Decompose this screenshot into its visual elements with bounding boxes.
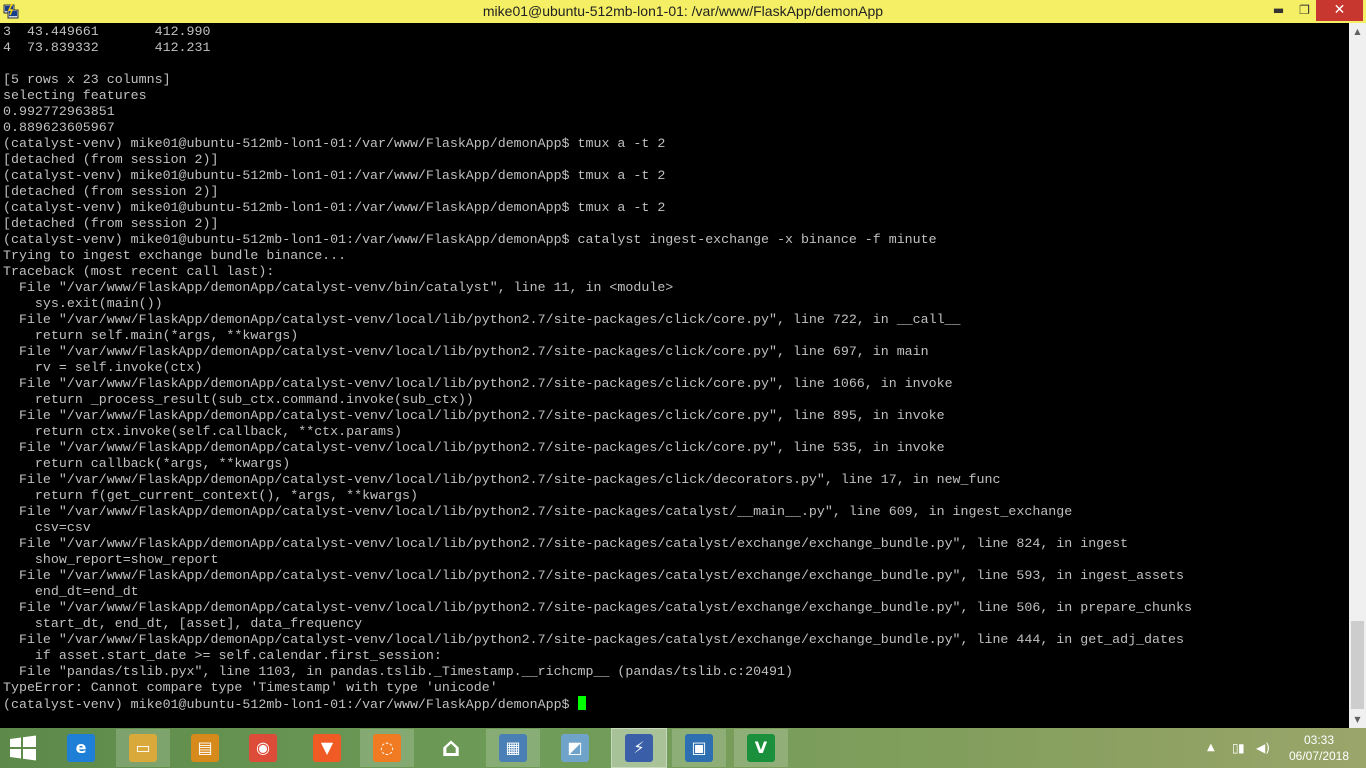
- terminal-line: return _process_result(sub_ctx.command.i…: [3, 392, 474, 407]
- terminal-line: (catalyst-venv) mike01@ubuntu-512mb-lon1…: [3, 200, 666, 215]
- scroll-up-button[interactable]: ▲: [1349, 23, 1366, 40]
- shell-prompt: (catalyst-venv) mike01@ubuntu-512mb-lon1…: [3, 697, 578, 712]
- terminal-line: 0.992772963851: [3, 104, 115, 119]
- terminal-line: return f(get_current_context(), *args, *…: [3, 488, 418, 503]
- terminal-line: [detached (from session 2)]: [3, 216, 219, 231]
- maximize-button[interactable]: ❐: [1290, 0, 1319, 21]
- taskbar-item-remote-desktop[interactable]: ▣: [672, 729, 726, 767]
- calculator-icon: ▦: [499, 734, 527, 762]
- file-explorer-icon: ▭: [129, 734, 157, 762]
- terminal-line: File "/var/www/FlaskApp/demonApp/catalys…: [3, 600, 1192, 615]
- brave-icon: ▼: [313, 734, 341, 762]
- clock-time: 03:33: [1303, 733, 1335, 747]
- putty-icon: ⚡: [625, 734, 653, 762]
- terminal-line: return ctx.invoke(self.callback, **ctx.p…: [3, 424, 402, 439]
- remote-desktop-icon: ▣: [685, 734, 713, 762]
- taskbar-item-putty[interactable]: ⚡: [611, 728, 667, 768]
- taskbar-item-file-explorer[interactable]: ▭: [116, 729, 170, 767]
- taskbar-item-brave[interactable]: ▼: [300, 729, 354, 767]
- terminal-line: File "/var/www/FlaskApp/demonApp/catalys…: [3, 568, 1184, 583]
- terminal-line: 4 73.839332 412.231: [3, 40, 211, 55]
- taskbar-item-internet-explorer[interactable]: e: [54, 729, 108, 767]
- terminal-line: [detached (from session 2)]: [3, 152, 219, 167]
- terminal-line: File "pandas/tslib.pyx", line 1103, in p…: [3, 664, 793, 679]
- terminal-line: if asset.start_date >= self.calendar.fir…: [3, 648, 442, 663]
- terminal-line: rv = self.invoke(ctx): [3, 360, 203, 375]
- terminal-line: show_report=show_report: [3, 552, 219, 567]
- close-button[interactable]: ✕: [1316, 0, 1363, 21]
- terminal-output: 3 43.449661 412.990 4 73.839332 412.231 [5…: [3, 24, 1192, 712]
- network-icon[interactable]: ▮: [1238, 728, 1245, 768]
- terminal-line: return self.main(*args, **kwargs): [3, 328, 299, 343]
- notepad-icon: ◩: [561, 734, 589, 762]
- taskbar-item-notepad[interactable]: ◩: [548, 729, 602, 767]
- notes-app-icon: ▤: [191, 734, 219, 762]
- terminal-line: Traceback (most recent call last):: [3, 264, 275, 279]
- terminal-line: File "/var/www/FlaskApp/demonApp/catalys…: [3, 536, 1129, 551]
- taskbar-item-vim[interactable]: V: [734, 729, 788, 767]
- text-cursor: [577, 696, 586, 710]
- terminal-line: File "/var/www/FlaskApp/demonApp/catalys…: [3, 376, 953, 391]
- terminal-line: File "/var/www/FlaskApp/demonApp/catalys…: [3, 344, 929, 359]
- terminal-line: (catalyst-venv) mike01@ubuntu-512mb-lon1…: [3, 168, 666, 183]
- terminal-line: File "/var/www/FlaskApp/demonApp/catalys…: [3, 408, 945, 423]
- internet-explorer-icon: e: [67, 734, 95, 762]
- terminal-line: Trying to ingest exchange bundle binance…: [3, 248, 347, 263]
- terminal-line: File "/var/www/FlaskApp/demonApp/catalys…: [3, 280, 674, 295]
- terminal-line: 3 43.449661 412.990: [3, 24, 211, 39]
- vim-icon: V: [747, 734, 775, 762]
- terminal-line: File "/var/www/FlaskApp/demonApp/catalys…: [3, 632, 1184, 647]
- terminal-line: selecting features: [3, 88, 147, 103]
- terminal-line: TypeError: Cannot compare type 'Timestam…: [3, 680, 498, 695]
- terminal-line: File "/var/www/FlaskApp/demonApp/catalys…: [3, 504, 1073, 519]
- window-title: mike01@ubuntu-512mb-lon1-01: /var/www/Fl…: [482, 3, 884, 19]
- terminal-area[interactable]: 3 43.449661 412.990 4 73.839332 412.231 [5…: [0, 23, 1349, 728]
- terminal-prompt-line[interactable]: (catalyst-venv) mike01@ubuntu-512mb-lon1…: [3, 696, 1192, 712]
- terminal-line: return callback(*args, **kwargs): [3, 456, 291, 471]
- clock-date: 06/07/2018: [1288, 749, 1350, 763]
- terminal-line: File "/var/www/FlaskApp/demonApp/catalys…: [3, 472, 1001, 487]
- terminal-line: start_dt, end_dt, [asset], data_frequenc…: [3, 616, 363, 631]
- terminal-line: 0.889623605967: [3, 120, 115, 135]
- terminal-line: end_dt=end_dt: [3, 584, 139, 599]
- terminal-line: (catalyst-venv) mike01@ubuntu-512mb-lon1…: [3, 232, 937, 247]
- taskbar-item-swift-app[interactable]: ◌: [360, 729, 414, 767]
- terminal-line: sys.exit(main()): [3, 296, 163, 311]
- taskbar-item-calculator[interactable]: ▦: [486, 729, 540, 767]
- scroll-down-button[interactable]: ▼: [1349, 711, 1366, 728]
- chrome-icon: ◉: [249, 734, 277, 762]
- taskbar-item-chrome[interactable]: ◉: [236, 729, 290, 767]
- title-bar: mike01@ubuntu-512mb-lon1-01: /var/www/Fl…: [0, 0, 1366, 23]
- vertical-scrollbar[interactable]: ▲ ▼: [1349, 23, 1366, 728]
- terminal-line: [detached (from session 2)]: [3, 184, 219, 199]
- start-button[interactable]: [6, 734, 40, 762]
- taskbar: e ▭ ▤ ◉ ▼ ◌ ⌂ ▦ ◩ ⚡ ▣ V ▲ ▯ ▮ ◀) 03:33 06/07/2018: [0, 728, 1366, 768]
- terminal-line: csv=csv: [3, 520, 91, 535]
- minimize-button[interactable]: ▬: [1264, 0, 1293, 21]
- taskbar-item-home[interactable]: ⌂: [424, 729, 478, 767]
- terminal-line: File "/var/www/FlaskApp/demonApp/catalys…: [3, 312, 961, 327]
- home-icon: ⌂: [441, 733, 461, 763]
- volume-icon[interactable]: ◀): [1256, 728, 1270, 768]
- terminal-line: (catalyst-venv) mike01@ubuntu-512mb-lon1…: [3, 136, 666, 151]
- system-clock[interactable]: 03:33 06/07/2018: [1285, 732, 1353, 764]
- swift-app-icon: ◌: [373, 734, 401, 762]
- terminal-line: [5 rows x 23 columns]: [3, 72, 171, 87]
- scrollbar-thumb[interactable]: [1351, 621, 1364, 709]
- show-hidden-icons-button[interactable]: ▲: [1207, 728, 1215, 768]
- taskbar-item-notes-app[interactable]: ▤: [178, 729, 232, 767]
- terminal-line: File "/var/www/FlaskApp/demonApp/catalys…: [3, 440, 945, 455]
